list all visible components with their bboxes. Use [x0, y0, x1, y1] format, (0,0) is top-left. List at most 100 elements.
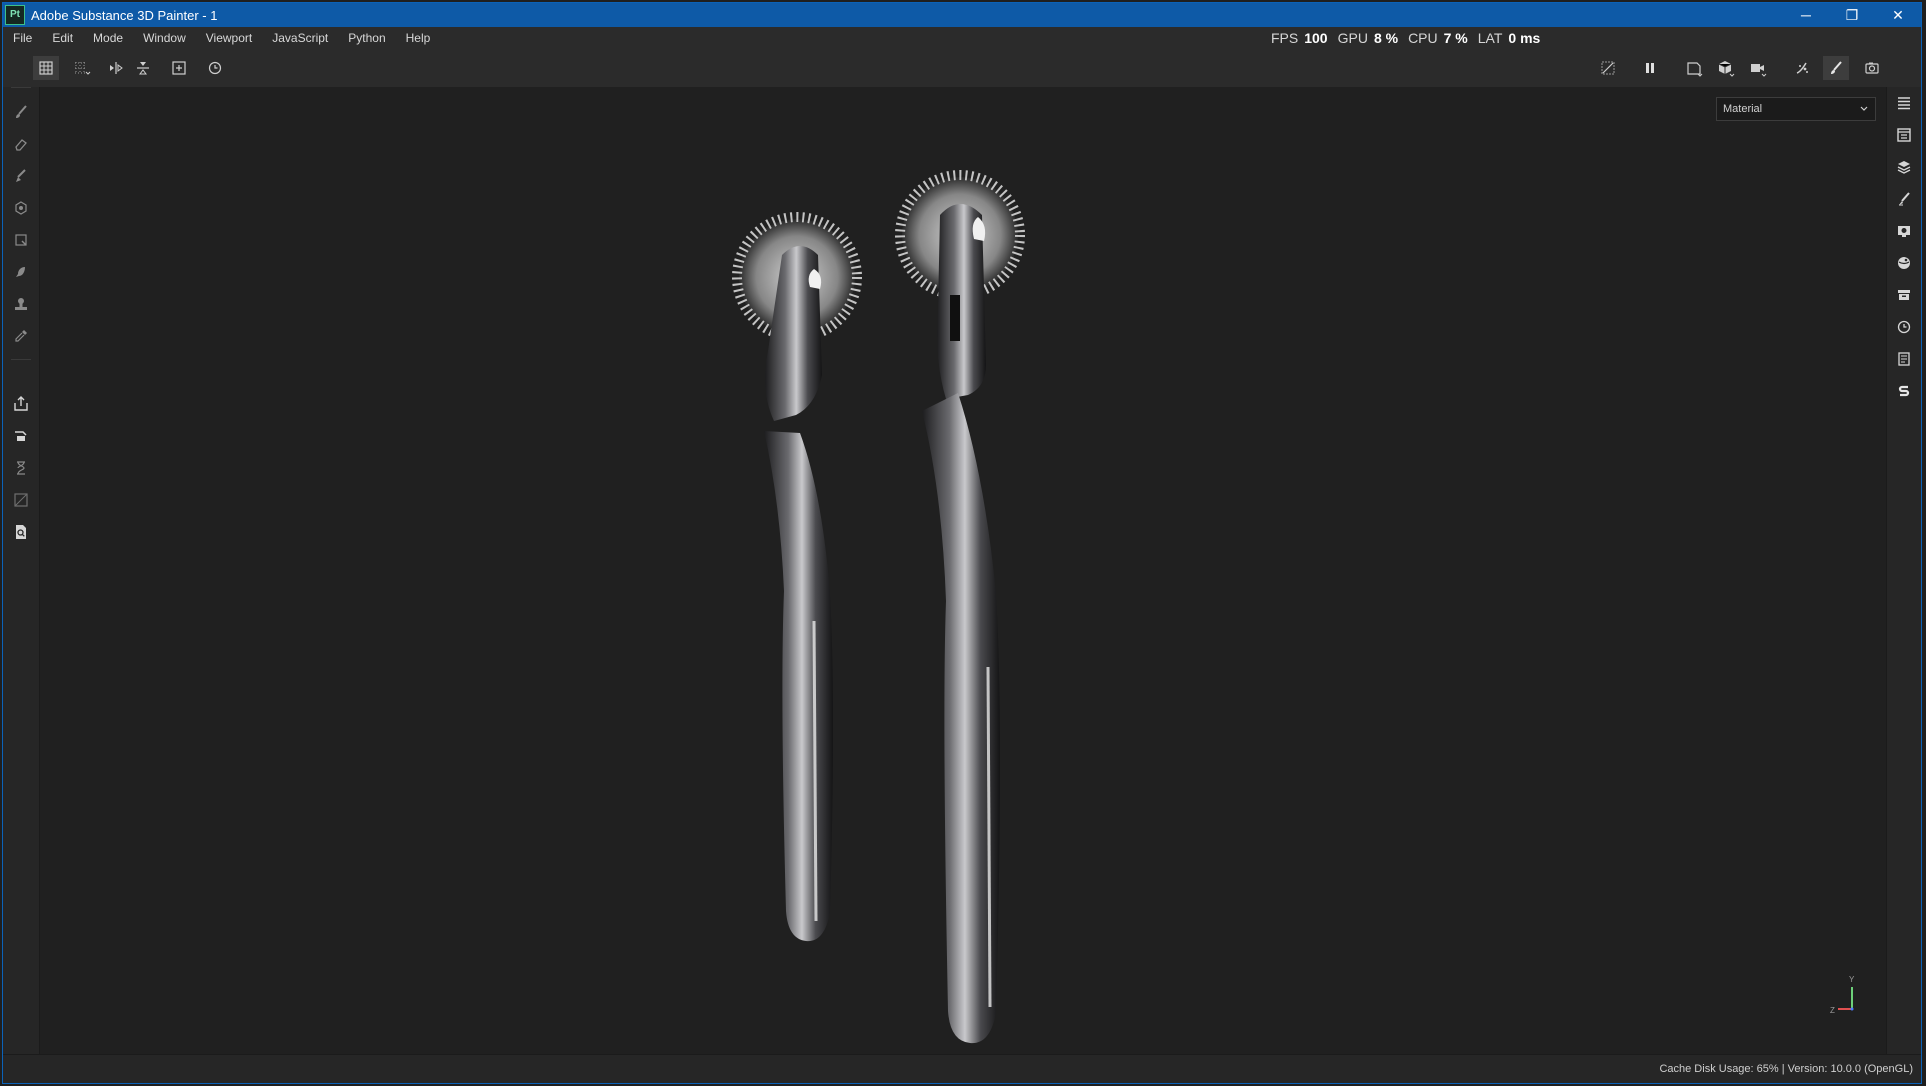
log-button[interactable]: [1894, 349, 1914, 369]
paint-tool-button[interactable]: [11, 102, 31, 122]
history-icon: [208, 61, 222, 75]
screenshot-button[interactable]: [1859, 56, 1885, 80]
eraser-tool-button[interactable]: [11, 134, 31, 154]
window-title: Adobe Substance 3D Painter - 1: [31, 7, 218, 23]
export-icon: [14, 396, 28, 411]
left-pinwheel: [732, 212, 862, 942]
status-bar: Cache Disk Usage: 65% | Version: 10.0.0 …: [3, 1054, 1921, 1083]
color-picker-tool-button[interactable]: [11, 326, 31, 346]
polygon-fill-tool-button[interactable]: [11, 198, 31, 218]
close-button[interactable]: ✕: [1875, 3, 1921, 27]
mirror-vertical-icon: [137, 62, 149, 75]
layers-button[interactable]: [1894, 157, 1914, 177]
3d-viewport[interactable]: Material Y Z: [40, 87, 1888, 1057]
smudge-icon: [16, 267, 25, 277]
physics-button[interactable]: [1789, 56, 1815, 80]
hide-ui-button[interactable]: [1595, 56, 1621, 80]
assets-button[interactable]: [1894, 285, 1914, 305]
geometry-mask-icon: [15, 234, 27, 246]
eyedropper-icon: [15, 330, 27, 342]
perspective-square-icon: [1687, 62, 1703, 77]
texture-set-settings-button[interactable]: [1894, 125, 1914, 145]
app-window: Pt Adobe Substance 3D Painter - 1 ─ ❐ ✕ …: [2, 2, 1922, 1084]
pause-icon: [1646, 63, 1654, 73]
axis-gizmo: Y Z: [1830, 975, 1855, 1015]
symmetry-grid-button[interactable]: [69, 56, 95, 80]
stamp-icon: [15, 298, 27, 310]
eraser-icon: [15, 139, 27, 151]
axis-y-label: Y: [1849, 975, 1855, 984]
smudge-tool-button[interactable]: [11, 262, 31, 282]
display-settings-button[interactable]: [1894, 221, 1914, 241]
export-button[interactable]: [11, 394, 31, 414]
bake-icon: [15, 431, 27, 441]
brush-icon: [16, 105, 27, 118]
texture-set-list-button[interactable]: [1894, 93, 1914, 113]
camera-icon: [1865, 62, 1879, 74]
uv-tools-button[interactable]: [11, 490, 31, 510]
menu-window[interactable]: Window: [133, 27, 196, 49]
app-logo: Pt: [5, 5, 25, 25]
gpu-value: 8 %: [1373, 30, 1399, 46]
dotted-grid-icon: [75, 62, 91, 75]
right-pinwheel: [895, 170, 1025, 1044]
monitor-icon: [1898, 226, 1910, 237]
geometry-mask-tool-button[interactable]: [11, 230, 31, 250]
minimize-button[interactable]: ─: [1783, 3, 1829, 27]
properties-button[interactable]: [1894, 189, 1914, 209]
projection-brush-icon: [16, 169, 26, 182]
cpu-label: CPU: [1408, 30, 1438, 46]
menu-viewport[interactable]: Viewport: [196, 27, 262, 49]
restore-button[interactable]: ❐: [1829, 3, 1875, 27]
list-icon: [1898, 97, 1910, 110]
display-object-button[interactable]: [1713, 56, 1739, 80]
shader-settings-button[interactable]: [1894, 253, 1914, 273]
fps-value: 100: [1304, 30, 1328, 46]
layers-icon: [1897, 161, 1911, 174]
iray-button[interactable]: [11, 458, 31, 478]
document-button[interactable]: [11, 522, 31, 542]
mirror-y-button[interactable]: [130, 56, 156, 80]
particles-icon: [1796, 62, 1808, 74]
shelf-icon: [1898, 290, 1910, 300]
polygon-fill-icon: [15, 201, 27, 215]
settings-window-icon: [1897, 128, 1911, 142]
menu-python[interactable]: Python: [338, 27, 395, 49]
status-text: Cache Disk Usage: 65% | Version: 10.0.0 …: [1659, 1063, 1913, 1075]
add-point-button[interactable]: [166, 56, 192, 80]
menu-help[interactable]: Help: [396, 27, 441, 49]
hourglass-icon: [17, 461, 25, 475]
tools-divider: [11, 359, 31, 360]
menu-file[interactable]: File: [3, 27, 42, 49]
substance-source-button[interactable]: [1894, 381, 1914, 401]
menu-bar: File Edit Mode Window Viewport JavaScrip…: [3, 27, 1921, 49]
paint-mode-button[interactable]: [1823, 56, 1849, 80]
document-icon: [1898, 352, 1910, 366]
history-button[interactable]: [1894, 317, 1914, 337]
document-search-icon: [16, 525, 26, 539]
menu-edit[interactable]: Edit: [42, 27, 83, 49]
gpu-label: GPU: [1337, 30, 1368, 46]
pinwheel-model-render: Y Z: [732, 170, 1855, 1044]
menu-javascript[interactable]: JavaScript: [262, 27, 338, 49]
mirror-x-button[interactable]: [103, 56, 129, 80]
view-mode-button[interactable]: [1681, 56, 1707, 80]
lat-label: LAT: [1477, 30, 1503, 46]
camera-settings-button[interactable]: [1745, 56, 1771, 80]
plus-box-icon: [172, 61, 186, 75]
projection-tool-button[interactable]: [11, 166, 31, 186]
fps-label: FPS: [1271, 30, 1299, 46]
reset-view-button[interactable]: [202, 56, 228, 80]
history-icon: [1897, 320, 1911, 334]
bake-button[interactable]: [11, 426, 31, 446]
lat-value: 0 ms: [1508, 30, 1541, 46]
substance-s-icon: [1898, 385, 1910, 397]
clone-tool-button[interactable]: [11, 294, 31, 314]
performance-stats: FPS 100 GPU 8 % CPU 7 % LAT 0 ms: [1271, 27, 1550, 49]
selection-mode-button[interactable]: [33, 56, 59, 80]
cube-icon: [1718, 61, 1735, 77]
menu-mode[interactable]: Mode: [83, 27, 133, 49]
axis-z-label: Z: [1830, 1006, 1835, 1015]
uv-square-icon: [14, 493, 28, 507]
pause-render-button[interactable]: [1637, 56, 1663, 80]
